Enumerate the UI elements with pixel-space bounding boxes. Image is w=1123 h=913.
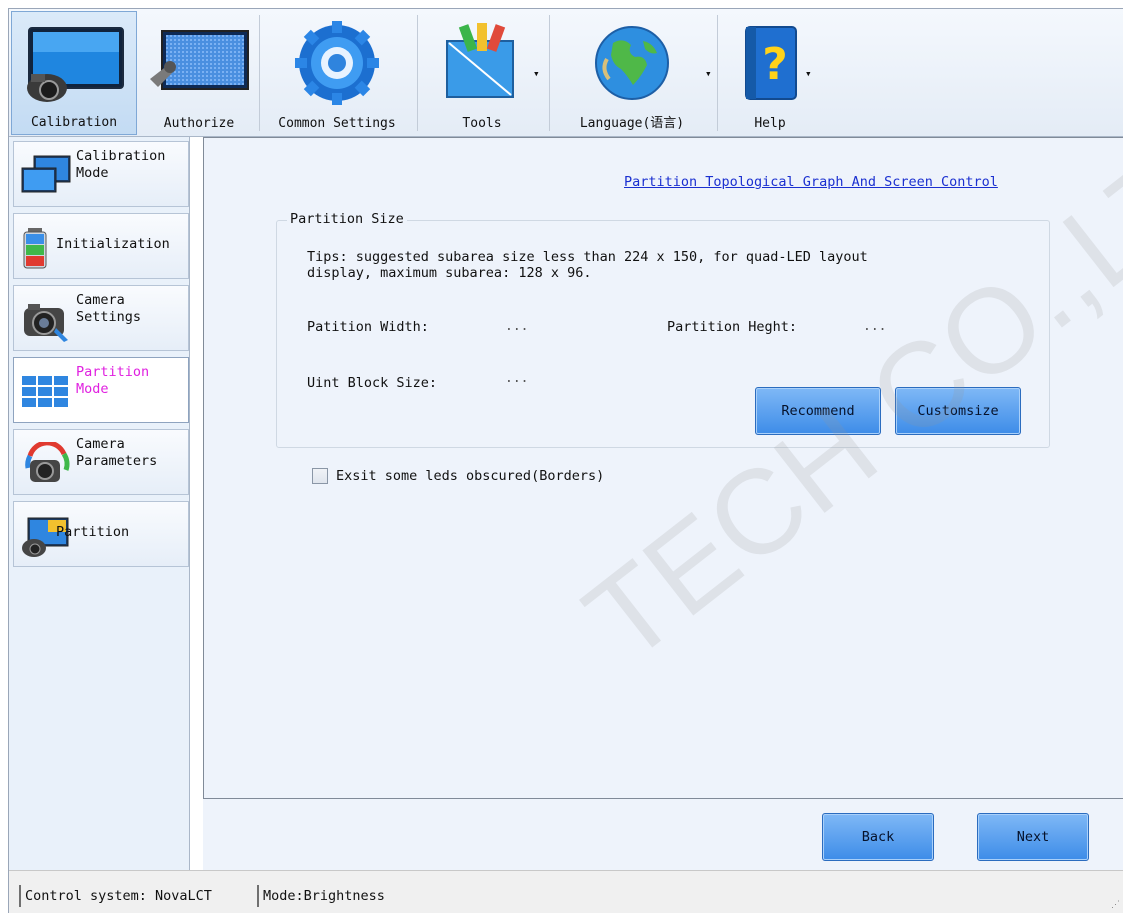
next-button[interactable]: Next: [977, 813, 1089, 861]
chevron-down-icon[interactable]: ▾: [805, 67, 812, 80]
monitor-icon: [20, 154, 72, 198]
partition-width-label: Patition Width:: [307, 319, 429, 335]
partition-height-label: Partition Heght:: [667, 319, 798, 335]
nav-item-label: Initialization: [56, 236, 170, 252]
globe-icon: [553, 17, 711, 107]
nav-item-camera-parameters[interactable]: Camera Parameters: [13, 429, 189, 495]
group-title: Partition Size: [287, 211, 407, 227]
toolbar-authorize-label: Authorize: [163, 116, 235, 131]
recommend-button[interactable]: Recommend: [755, 387, 881, 435]
toolbar-calibration-button[interactable]: Calibration: [11, 11, 137, 135]
toolbar-help-label: Help: [754, 116, 786, 131]
left-navigation: Calibration Mode Initialization Camera S…: [9, 137, 190, 870]
toolbar-tools-label: Tools: [462, 116, 502, 131]
toolbar-separator: [417, 15, 418, 131]
wizard-footer: Back Next: [203, 799, 1123, 870]
nav-item-label: Camera Settings: [76, 292, 142, 325]
toolbar-help-button[interactable]: ? Help ▾: [721, 11, 819, 135]
help-book-icon: ?: [721, 17, 819, 107]
app-window: Calibration Authorize Common Settings To…: [8, 8, 1123, 913]
svg-text:?: ?: [762, 39, 788, 90]
nav-item-label: Calibration Mode: [76, 148, 166, 181]
chevron-down-icon[interactable]: ▾: [705, 67, 712, 80]
back-button[interactable]: Back: [822, 813, 934, 861]
chevron-down-icon[interactable]: ▾: [533, 67, 540, 80]
topology-graph-link[interactable]: Partition Topological Graph And Screen C…: [624, 174, 998, 190]
toolbar-separator: [549, 15, 550, 131]
nav-item-label: Partition Mode: [76, 364, 150, 397]
nav-item-label: Camera Parameters: [76, 436, 158, 469]
partition-size-group: Partition Size Tips: suggested subarea s…: [276, 211, 1050, 448]
partition-height-value[interactable]: ...: [863, 319, 886, 334]
obscured-leds-checkbox[interactable]: [312, 468, 328, 484]
toolbar-common-settings-label: Common Settings: [278, 116, 396, 131]
battery-icon: [20, 226, 50, 270]
nav-item-calibration-mode[interactable]: Calibration Mode: [13, 141, 189, 207]
obscured-leds-label: Exsit some leds obscured(Borders): [336, 468, 605, 484]
obscured-leds-option[interactable]: Exsit some leds obscured(Borders): [312, 468, 604, 484]
toolbar-common-settings-button[interactable]: Common Settings: [263, 11, 411, 135]
resize-grip-icon[interactable]: ⋰: [1111, 900, 1120, 910]
calibration-icon: [12, 18, 136, 108]
nav-item-camera-settings[interactable]: Camera Settings: [13, 285, 189, 351]
camera-icon: [20, 298, 72, 342]
nav-item-partition[interactable]: Partition: [13, 501, 189, 567]
customsize-button[interactable]: Customsize: [895, 387, 1021, 435]
nav-item-label: Partition: [56, 524, 130, 540]
tips-text: Tips: suggested subarea size less than 2…: [307, 249, 868, 281]
toolbar-language-button[interactable]: Language(语言) ▾: [553, 11, 712, 135]
toolbar-calibration-label: Calibration: [30, 115, 118, 130]
tools-icon: [421, 17, 543, 107]
status-bar: Control system: NovaLCT Mode:Brightness …: [9, 870, 1123, 913]
authorize-icon: [141, 17, 257, 107]
camera-refresh-icon: [20, 440, 72, 486]
nav-item-partition-mode[interactable]: Partition Mode: [13, 357, 189, 423]
partition-mode-panel: Partition Topological Graph And Screen C…: [203, 137, 1123, 799]
toolbar-tools-button[interactable]: Tools ▾: [421, 11, 543, 135]
unit-block-size-label: Uint Block Size:: [307, 375, 438, 391]
toolbar-language-label: Language(语言): [579, 116, 685, 131]
toolbar-separator: [717, 15, 718, 131]
main-toolbar: Calibration Authorize Common Settings To…: [9, 9, 1123, 137]
partition-width-value[interactable]: ...: [505, 319, 528, 334]
status-control-system: Control system: NovaLCT: [19, 885, 212, 907]
common-settings-gear-icon: [263, 17, 411, 107]
grid-icon: [20, 370, 72, 414]
status-mode: Mode:Brightness: [257, 885, 385, 907]
toolbar-separator: [259, 15, 260, 131]
unit-block-size-value[interactable]: ...: [505, 371, 528, 386]
nav-item-initialization[interactable]: Initialization: [13, 213, 189, 279]
toolbar-authorize-button[interactable]: Authorize: [141, 11, 257, 135]
